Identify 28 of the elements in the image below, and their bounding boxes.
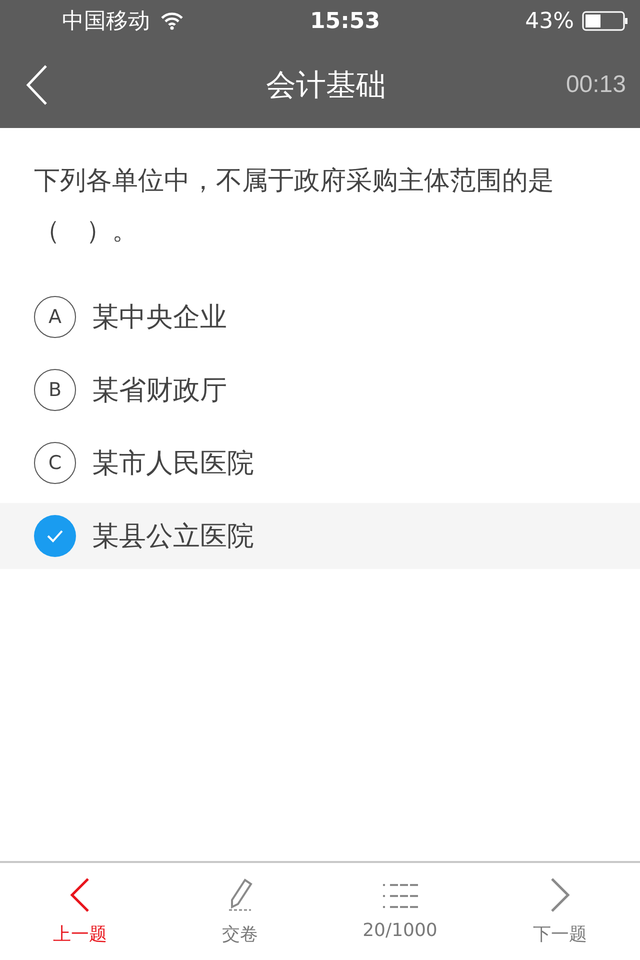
option-text: 某县公立医院 — [92, 520, 254, 554]
answer-option[interactable]: C 某市人民医院 — [0, 430, 640, 496]
checked-radio-icon — [34, 515, 76, 557]
toolbar-button[interactable]: 下一题 — [480, 863, 640, 960]
option-letter-radio: B — [34, 369, 76, 411]
battery-icon — [582, 11, 628, 31]
option-letter-radio: A — [34, 296, 76, 338]
carrier-name: 中国移动 — [62, 8, 150, 36]
answer-option[interactable]: B 某省财政厅 — [0, 357, 640, 423]
option-text: 某中央企业 — [92, 301, 227, 335]
option-text: 某市人民医院 — [92, 447, 254, 481]
back-chevron-icon — [70, 878, 90, 912]
toolbar-button[interactable]: 上一题 — [0, 863, 160, 960]
toolbar-button[interactable]: 交卷 — [160, 863, 320, 960]
option-text: 某省财政厅 — [92, 374, 227, 408]
back-icon[interactable] — [26, 65, 48, 105]
answer-option[interactable]: 某县公立医院 — [0, 503, 640, 569]
question-text: 下列各单位中，不属于政府采购主体范围的是（ ）。 — [33, 165, 555, 248]
list-icon — [382, 882, 418, 910]
wifi-icon — [160, 12, 184, 30]
forward-chevron-icon — [550, 878, 570, 912]
clock-time: 15:53 — [310, 8, 380, 34]
option-letter-radio: C — [34, 442, 76, 484]
toolbar-button[interactable]: 20/1000 — [320, 863, 480, 960]
answer-option[interactable]: A 某中央企业 — [0, 284, 640, 350]
battery-percentage: 43% — [525, 8, 574, 34]
page-title: 会计基础 — [266, 66, 386, 104]
timer: 00:13 — [566, 71, 626, 99]
